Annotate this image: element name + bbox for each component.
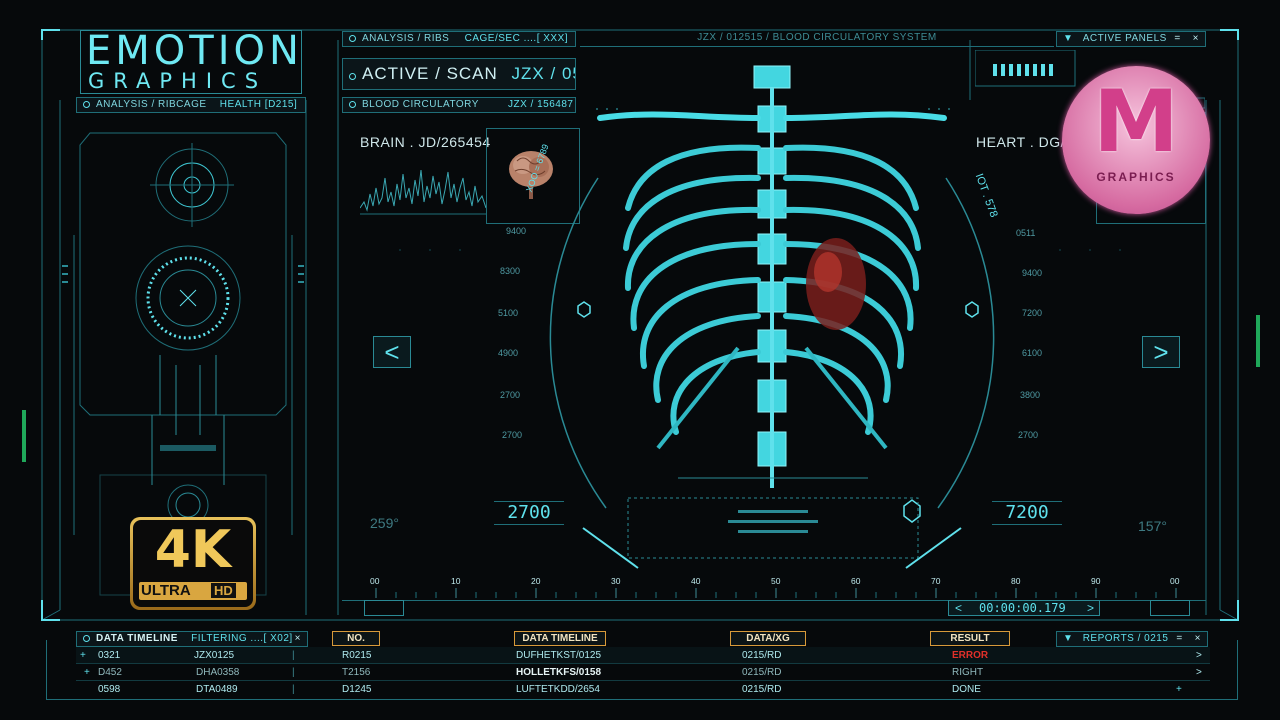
row-sep: | xyxy=(292,650,295,661)
row-id: 0321 xyxy=(98,650,121,661)
chevron-right-icon[interactable]: > xyxy=(1196,664,1202,681)
row-xg: 0215/RD xyxy=(742,650,782,661)
scale-tick: 2700 xyxy=(1018,430,1039,440)
row-sep: | xyxy=(292,684,295,695)
ribs-status: CAGE/SEC ....[ XXX] xyxy=(464,33,569,44)
badge-ultra: ULTRA xyxy=(141,582,191,599)
timeline-ruler[interactable]: 00 10 20 30 40 50 60 70 80 90 00 xyxy=(366,576,1184,600)
track-handle-right[interactable] xyxy=(1150,600,1190,616)
table-row[interactable]: + D452 DHA0358 | T2156 HOLLETKFS/0158 02… xyxy=(76,664,1210,681)
ruler-label: 80 xyxy=(1011,576,1021,586)
left-panel-title: ANALYSIS / RIBCAGE xyxy=(96,99,207,110)
scale-tick: 2700 xyxy=(502,430,523,440)
row-result: DONE xyxy=(952,684,981,695)
scale-tick: 5100 xyxy=(498,308,519,318)
row-lead: + xyxy=(80,650,86,661)
ruler-label: 60 xyxy=(851,576,861,586)
row-no: D1245 xyxy=(342,684,372,695)
row-data: DUFHETKST/0125 xyxy=(516,650,602,661)
chevron-right-icon[interactable]: > xyxy=(1196,647,1202,664)
brand-line2: GRAPHICS xyxy=(88,69,268,93)
row-lead: + xyxy=(84,667,90,678)
row-sep: | xyxy=(292,667,295,678)
row-id: 0598 xyxy=(98,684,121,695)
ribs-title: ANALYSIS / RIBS xyxy=(362,33,450,44)
close-icon[interactable]: × xyxy=(1193,32,1199,46)
scale-tick: 3800 xyxy=(1020,390,1041,400)
ruler-label: 30 xyxy=(611,576,621,586)
table-row[interactable]: + 0321 JZX0125 | R0215 DUFHETKST/0125 02… xyxy=(76,647,1210,664)
row-no: R0215 xyxy=(342,650,372,661)
target-icon xyxy=(349,35,356,42)
row-result: ERROR xyxy=(952,650,989,661)
watermark-logo: M GRAPHICS xyxy=(1062,66,1210,214)
row-code: DTA0489 xyxy=(196,684,238,695)
close-icon[interactable]: × xyxy=(293,112,299,113)
scale-tick: 2700 xyxy=(500,390,521,400)
table-row[interactable]: 0598 DTA0489 | D1245 LUFTETKDD/2654 0215… xyxy=(76,681,1210,698)
timecode-prev-button[interactable]: < xyxy=(955,601,962,615)
scale-tick: 4900 xyxy=(498,348,519,358)
degree-right: 157° xyxy=(1138,518,1167,534)
left-panel-status: HEALTH [D215] xyxy=(219,99,298,110)
ruler-label: 70 xyxy=(931,576,941,586)
timecode-next-button[interactable]: > xyxy=(1087,601,1094,615)
track-handle-left[interactable] xyxy=(364,600,404,616)
scale-tick: 0511 xyxy=(1016,228,1036,238)
top-bar-ribs[interactable]: ANALYSIS / RIBS CAGE/SEC ....[ XXX] × xyxy=(342,31,576,47)
center-header: JZX / 012515 / BLOOD CIRCULATORY SYSTEM xyxy=(580,31,1054,47)
row-result: RIGHT xyxy=(952,667,984,678)
badge-4k-big: 4K xyxy=(154,520,232,580)
next-button[interactable]: > xyxy=(1142,336,1180,368)
degree-left: 259° xyxy=(370,515,399,531)
timecode-value: 00:00:00.179 xyxy=(979,601,1066,615)
brand-logo: EMOTION GRAPHICS xyxy=(80,30,302,94)
prev-button[interactable]: < xyxy=(373,336,411,368)
left-panel-bar[interactable]: ANALYSIS / RIBCAGE HEALTH [D215] × xyxy=(76,97,306,113)
active-panels-bar[interactable]: ▼ ACTIVE PANELS × = xyxy=(1056,31,1206,47)
badge-hd: HD xyxy=(211,583,236,598)
close-icon[interactable]: × xyxy=(563,46,569,47)
timecode-display[interactable]: < 00:00:00.179 > xyxy=(948,600,1100,616)
ruler-label: 90 xyxy=(1091,576,1101,586)
ruler-label: 50 xyxy=(771,576,781,586)
scale-tick: 7200 xyxy=(1022,308,1043,318)
active-panels-label: ACTIVE PANELS xyxy=(1082,33,1167,44)
menu-icon[interactable]: = xyxy=(1174,32,1180,46)
scale-tick: 9400 xyxy=(1022,268,1043,278)
ruler-label: 20 xyxy=(531,576,541,586)
ruler-label: 00 xyxy=(370,576,380,586)
scale-tick: 8300 xyxy=(500,266,521,276)
ruler-label: 10 xyxy=(451,576,461,586)
badge-4k: 4K ULTRA HD xyxy=(130,517,256,610)
target-icon xyxy=(83,101,90,108)
scale-tick: 6100 xyxy=(1022,348,1043,358)
ruler-label: 40 xyxy=(691,576,701,586)
row-code: DHA0358 xyxy=(196,667,240,678)
ruler-label: 00 xyxy=(1170,576,1180,586)
row-data: HOLLETKFS/0158 xyxy=(516,667,602,678)
watermark-text: GRAPHICS xyxy=(1096,170,1176,184)
counter-right: 7200 xyxy=(992,501,1062,525)
plus-icon[interactable]: + xyxy=(1176,681,1182,698)
row-xg: 0215/RD xyxy=(742,684,782,695)
watermark-letter: M xyxy=(1093,72,1179,172)
brand-line1: EMOTION xyxy=(86,28,303,74)
row-id: D452 xyxy=(98,667,122,678)
row-no: T2156 xyxy=(342,667,371,678)
row-data: LUFTETKDD/2654 xyxy=(516,684,600,695)
scale-tick: 9400 xyxy=(506,226,527,236)
counter-left: 2700 xyxy=(494,501,564,525)
row-code: JZX0125 xyxy=(194,650,235,661)
row-xg: 0215/RD xyxy=(742,667,782,678)
chevron-down-icon: ▼ xyxy=(1063,33,1074,44)
